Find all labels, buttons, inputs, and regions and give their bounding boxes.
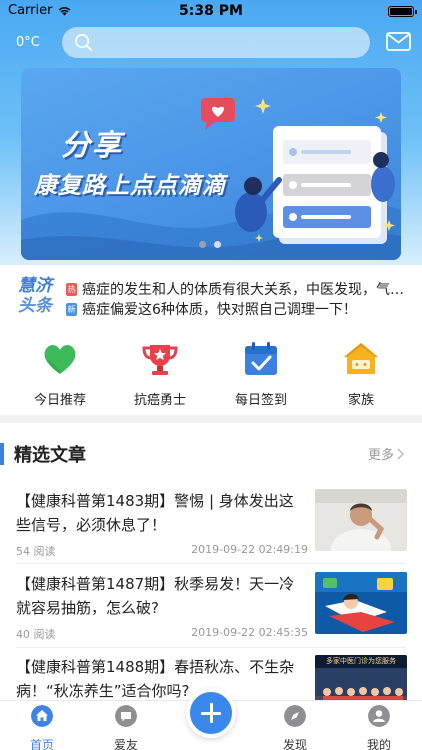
temperature-label: 0°C (16, 35, 40, 50)
status-time: 5:38 PM (179, 3, 243, 19)
heart-icon (44, 344, 76, 374)
status-bar: Carrier 5:38 PM (0, 0, 422, 22)
article-item[interactable]: 【健康科普第1483期】警惕 | 身体发出这些信号，必须休息了！ 54 阅读 2… (0, 489, 422, 571)
headline-text: 癌症偏爱这6种体质，快对照自己调理一下！ (82, 302, 357, 318)
section-title: 精选文章 (14, 445, 86, 466)
hot-tag: 热 (66, 282, 77, 296)
article-reads: 54 阅读 (16, 545, 56, 558)
quick-item-cancer-warrior[interactable]: 抗癌勇士 (110, 336, 210, 408)
article-date: 2019-09-22 02:49:19 (191, 543, 308, 556)
headline-logo: 慧济 头条 (18, 276, 58, 318)
battery-icon (388, 6, 417, 17)
search-icon (75, 34, 92, 51)
article-thumbnail (315, 572, 407, 634)
quick-label: 抗癌勇士 (133, 393, 186, 408)
search-bar[interactable] (62, 27, 370, 58)
mail-icon[interactable] (386, 32, 411, 51)
banner-dot-2[interactable] (214, 241, 221, 248)
search-input[interactable] (102, 27, 352, 58)
headline-item[interactable]: 热 癌症的发生和人的体质有很大关系，中医发现，气… (66, 279, 411, 299)
banner-pagination[interactable] (199, 241, 221, 248)
quick-item-daily-recommend[interactable]: 今日推荐 (10, 336, 110, 408)
quick-item-family[interactable]: 家族 (311, 336, 411, 408)
quick-label: 今日推荐 (33, 393, 86, 408)
article-thumbnail (315, 489, 407, 551)
more-link[interactable]: 更多 (368, 444, 405, 463)
tab-home[interactable]: 首页 (12, 705, 72, 750)
chat-icon (115, 705, 137, 727)
new-tag: 新 (66, 302, 77, 316)
tab-label: 爱友 (113, 738, 138, 750)
headline-text: 癌症的发生和人的体质有很大关系，中医发现，气… (82, 282, 404, 298)
banner-title-share: 分享 (61, 128, 124, 162)
tab-me[interactable]: 我的 (349, 705, 409, 750)
tab-label: 发现 (282, 738, 307, 750)
document-illustration-icon (201, 98, 395, 244)
article-title: 【健康科普第1487期】秋季易发！天一冷就容易抽筋，怎么破? (16, 575, 295, 617)
add-post-button[interactable] (186, 688, 236, 738)
article-date: 2019-09-22 02:45:35 (191, 626, 308, 639)
article-reads: 40 阅读 (16, 628, 56, 641)
house-icon (344, 343, 378, 374)
quick-menu: 今日推荐 抗癌勇士 每日签到 家族 (0, 336, 422, 408)
headline-logo-line2: 头条 (18, 296, 52, 316)
article-meta: 54 阅读 2019-09-22 02:49:19 (16, 543, 308, 559)
quick-label: 每日签到 (234, 393, 287, 408)
tab-friends[interactable]: 爱友 (96, 705, 156, 750)
article-meta: 40 阅读 2019-09-22 02:45:35 (16, 626, 308, 642)
quick-item-daily-checkin[interactable]: 每日签到 (211, 336, 311, 408)
article-separator (16, 563, 406, 564)
calendar-check-icon (245, 342, 277, 375)
chevron-right-icon (397, 448, 405, 459)
headline-item[interactable]: 新 癌症偏爱这6种体质，快对照自己调理一下！ (66, 299, 411, 319)
quick-label: 家族 (347, 393, 374, 408)
section-divider (0, 415, 422, 423)
banner-title-recovery: 康复路上点点滴滴 (34, 173, 226, 199)
thumbnail-caption: 多家中医门诊为您服务 (315, 655, 407, 668)
article-separator (16, 647, 406, 648)
section-accent-bar (0, 443, 4, 465)
trophy-icon (142, 345, 178, 375)
banner-dot-1[interactable] (199, 241, 206, 248)
user-icon (368, 705, 390, 727)
article-item[interactable]: 【健康科普第1487期】秋季易发！天一冷就容易抽筋，怎么破? 40 阅读 201… (0, 572, 422, 654)
headline-logo-line1: 慧济 (18, 276, 52, 296)
more-label: 更多 (368, 448, 395, 463)
article-title: 【健康科普第1483期】警惕 | 身体发出这些信号，必须休息了！ (16, 492, 294, 534)
tab-label: 我的 (366, 738, 391, 750)
featured-articles-section: 精选文章 更多 【健康科普第1483期】警惕 | 身体发出这些信号，必须休息了！… (0, 423, 422, 717)
promo-banner[interactable]: 分享 康复路上点点滴滴 (21, 68, 401, 260)
tab-discover[interactable]: 发现 (265, 705, 325, 750)
article-title: 【健康科普第1488期】春捂秋冻、不生杂病！“秋冻养生”适合你吗? (16, 658, 295, 700)
home-icon (31, 705, 53, 727)
compass-icon (284, 705, 306, 727)
tab-label: 首页 (29, 738, 54, 750)
